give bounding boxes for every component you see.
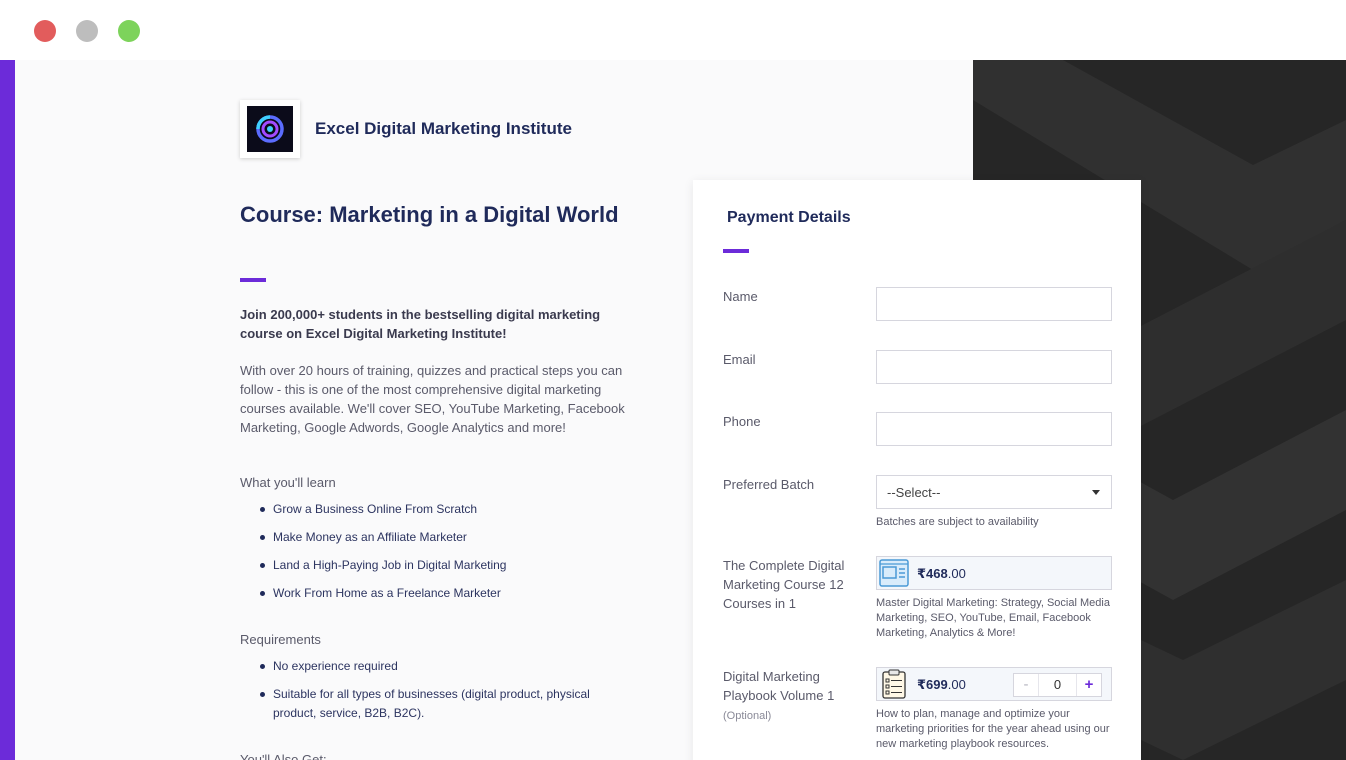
phone-label: Phone <box>723 414 761 429</box>
course-title: Course: Marketing in a Digital World <box>240 202 619 227</box>
payment-title: Payment Details <box>727 209 851 226</box>
course-intro: With over 20 hours of training, quizzes … <box>240 363 625 435</box>
product-description: How to plan, manage and optimize your ma… <box>876 708 1110 750</box>
batch-label: Preferred Batch <box>723 477 815 492</box>
product-price: ₹468.00 <box>917 566 966 581</box>
course-intro-highlight: Join 200,000+ students in the bestsellin… <box>240 307 601 341</box>
quantity-value[interactable]: 0 <box>1038 674 1077 696</box>
minimize-window-button[interactable] <box>76 20 98 42</box>
brand-name: Excel Digital Marketing Institute <box>315 119 572 138</box>
product-price-box: ₹699.00 - 0 + <box>876 667 1112 701</box>
course-thumbnail-icon <box>878 558 910 588</box>
product-price-box: ₹468.00 <box>876 556 1112 590</box>
batch-help-text: Batches are subject to availability <box>876 516 1039 528</box>
list-item: Make Money as an Affiliate Marketer <box>258 528 628 547</box>
learn-heading: What you'll learn <box>240 475 336 490</box>
swirl-logo-icon <box>256 115 284 143</box>
product-label: Digital Marketing Playbook Volume 1 (Opt… <box>723 669 835 722</box>
product-price: ₹699.00 <box>917 677 966 692</box>
checklist-icon <box>878 669 910 699</box>
batch-select-value: --Select-- <box>887 485 941 500</box>
list-item: Suitable for all types of businesses (di… <box>258 685 628 723</box>
checkout-page: Excel Digital Marketing Institute Course… <box>0 60 1346 760</box>
also-get-heading: You'll Also Get: <box>240 752 327 760</box>
list-item: Grow a Business Online From Scratch <box>258 500 628 519</box>
requirements-heading: Requirements <box>240 632 321 647</box>
batch-select[interactable]: --Select-- <box>876 475 1112 509</box>
maximize-window-button[interactable] <box>118 20 140 42</box>
quantity-stepper[interactable]: - 0 + <box>1013 673 1102 697</box>
product-description: Master Digital Marketing: Strategy, Soci… <box>876 597 1110 639</box>
requirements-list: No experience required Suitable for all … <box>258 657 628 732</box>
learn-list: Grow a Business Online From Scratch Make… <box>258 500 628 612</box>
name-field[interactable] <box>876 287 1112 321</box>
payment-title-underline <box>723 249 749 253</box>
email-label: Email <box>723 352 756 367</box>
optional-tag: (Optional) <box>723 710 772 722</box>
title-underline <box>240 278 266 282</box>
list-item: Land a High-Paying Job in Digital Market… <box>258 556 628 575</box>
list-item: Work From Home as a Freelance Marketer <box>258 584 628 603</box>
window-titlebar <box>0 0 1346 60</box>
name-label: Name <box>723 289 758 304</box>
phone-field[interactable] <box>876 412 1112 446</box>
decrease-quantity-button[interactable]: - <box>1014 674 1038 696</box>
accent-strip <box>0 60 15 760</box>
close-window-button[interactable] <box>34 20 56 42</box>
payment-details-card: Payment Details Name Email Phone Preferr… <box>693 180 1141 760</box>
brand-logo <box>240 100 300 158</box>
chevron-down-icon <box>1092 490 1100 495</box>
product-label: The Complete Digital Marketing Course 12… <box>723 558 845 611</box>
email-field[interactable] <box>876 350 1112 384</box>
list-item: No experience required <box>258 657 628 676</box>
brand-header: Excel Digital Marketing Institute <box>240 100 572 158</box>
increase-quantity-button[interactable]: + <box>1077 674 1101 696</box>
